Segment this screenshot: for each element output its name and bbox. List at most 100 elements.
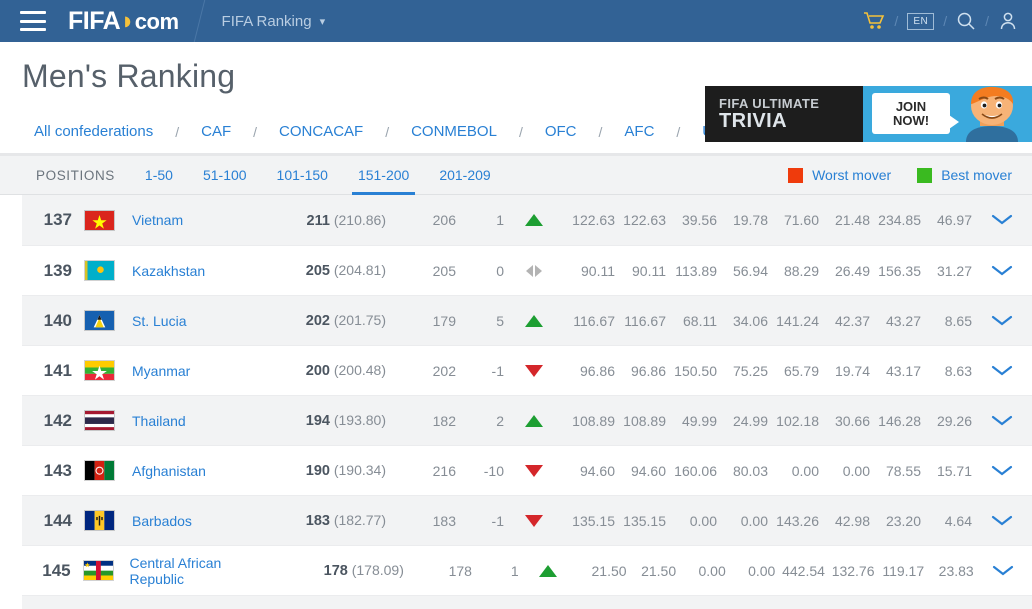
table-row[interactable]: 140 St. Lucia 202 (201.75) 179 5 116.67 116.67… xyxy=(22,295,1032,345)
topnav-right-icons: / EN / / xyxy=(863,11,1032,31)
confed-separator: / xyxy=(676,123,681,140)
page-title: Men's Ranking xyxy=(22,57,236,94)
user-account-icon[interactable] xyxy=(998,11,1018,31)
table-row[interactable]: 145 Central African Republic 178 (178.09) 1… xyxy=(22,545,1032,595)
advertisement-banner[interactable]: FIFA ULTIMATE TRIVIA JOIN NOW! xyxy=(705,86,1032,142)
row-team-name[interactable]: Barbados xyxy=(124,513,254,529)
mover-legend: Worst mover Best mover xyxy=(762,167,1032,183)
row-value-5: 102.18 xyxy=(776,412,819,429)
row-value-6: 19.74 xyxy=(834,362,870,379)
row-team-name[interactable]: Central African Republic xyxy=(122,555,276,587)
row-value-4: 19.78 xyxy=(732,212,768,228)
legend-worst-mover: Worst mover xyxy=(788,167,891,183)
language-selector[interactable]: EN xyxy=(907,12,935,30)
row-value-1: 116.67 xyxy=(573,312,615,329)
row-value-2: 122.63 xyxy=(623,212,666,228)
row-rank: 139 xyxy=(43,260,72,280)
search-icon[interactable] xyxy=(956,11,976,31)
row-team-name[interactable]: Myanmar xyxy=(124,363,254,379)
confed-link-concacaf[interactable]: CONCACAF xyxy=(279,123,363,140)
tab-1-50[interactable]: 1-50 xyxy=(145,156,173,195)
fifa-logo-com: com xyxy=(134,8,179,34)
fifa-logo-text: FIFA xyxy=(68,6,121,35)
row-value-7: 43.27 xyxy=(885,312,921,329)
rank-down-arrow-icon xyxy=(525,464,543,477)
tab-151-200[interactable]: 151-200 xyxy=(351,156,416,195)
row-direction-indicator xyxy=(504,314,564,327)
table-row[interactable]: 143 Afghanistan 190 (190.34) 216 -10 94.60 94.… xyxy=(22,445,1032,495)
row-value-5: 71.60 xyxy=(783,212,819,228)
row-rank: 141 xyxy=(43,360,72,380)
tab-101-150[interactable]: 101-150 xyxy=(277,156,328,195)
row-value-6: 21.48 xyxy=(834,212,870,228)
row-rank-change: -1 xyxy=(491,362,504,379)
row-value-1: 122.63 xyxy=(572,212,615,228)
join-now-button[interactable]: JOIN NOW! xyxy=(872,93,959,134)
row-points: 183 (182.77) xyxy=(305,512,386,529)
nav-section-fifa-ranking[interactable]: FIFA Ranking ▾ xyxy=(222,13,326,30)
confed-link-all[interactable]: All confederations xyxy=(34,123,153,140)
row-value-2: 90.11 xyxy=(632,262,666,279)
row-team-name[interactable]: Kazakhstan xyxy=(124,263,254,279)
row-rank-change: 5 xyxy=(496,312,504,329)
row-expand-button[interactable] xyxy=(972,265,1032,277)
table-row[interactable]: 146Chad178 (178.05)1781128.00128.000.000… xyxy=(22,595,1032,609)
row-value-8: 31.27 xyxy=(936,262,972,279)
row-expand-button[interactable] xyxy=(974,565,1032,577)
table-row[interactable]: 142 Thailand 194 (193.80) 182 2 108.89 108.89 4… xyxy=(22,395,1032,445)
row-rank: 137 xyxy=(43,210,72,229)
row-rank: 144 xyxy=(43,510,72,530)
row-value-3: 113.89 xyxy=(675,262,717,279)
shopping-cart-icon[interactable] xyxy=(863,11,885,31)
confed-link-afc[interactable]: AFC xyxy=(624,123,654,140)
join-now-line-1: JOIN xyxy=(895,98,927,114)
row-team-name[interactable]: Vietnam xyxy=(124,212,254,228)
row-rank-change: -10 xyxy=(483,462,504,479)
row-flag-cell xyxy=(84,410,124,431)
positions-label: POSITIONS xyxy=(36,167,115,183)
row-value-2: 21.50 xyxy=(641,562,677,579)
row-team-name[interactable]: St. Lucia xyxy=(124,313,254,329)
row-team-name[interactable]: Thailand xyxy=(124,413,254,429)
row-expand-button[interactable] xyxy=(972,415,1032,427)
table-row[interactable]: 144 Barbados 183 (182.77) 183 -1 135.15 135.15… xyxy=(22,495,1032,545)
table-row[interactable]: 141 Myanmar 200 (200.48) 202 -1 96.86 96.86 150… xyxy=(22,345,1032,395)
row-value-5: 141.24 xyxy=(776,312,819,329)
row-value-6: 42.37 xyxy=(834,312,870,329)
confed-separator: / xyxy=(518,123,523,140)
row-expand-button[interactable] xyxy=(972,365,1032,377)
rank-unchanged-icon xyxy=(522,263,546,279)
row-value-5: 442.54 xyxy=(782,562,825,579)
row-rank-change: 1 xyxy=(510,562,519,579)
fifa-logo[interactable]: FIFA ◗ com xyxy=(68,7,179,36)
row-expand-button[interactable] xyxy=(972,515,1032,527)
row-direction-indicator xyxy=(504,514,564,527)
confed-link-caf[interactable]: CAF xyxy=(201,123,231,140)
row-expand-button[interactable] xyxy=(972,315,1032,327)
row-rank: 143 xyxy=(43,460,72,480)
tab-51-100[interactable]: 51-100 xyxy=(203,156,247,195)
row-flag-cell xyxy=(84,310,124,331)
banner-line-2: TRIVIA xyxy=(719,109,787,132)
table-row[interactable]: 139 Kazakhstan 205 (204.81) 205 0 90.11 90.11 1… xyxy=(22,245,1032,295)
rank-down-arrow-icon xyxy=(525,514,543,527)
best-mover-swatch xyxy=(917,167,933,183)
tab-201-209[interactable]: 201-209 xyxy=(439,156,490,195)
row-points: 194 (193.80) xyxy=(305,412,386,429)
row-value-3: 0.00 xyxy=(689,512,717,529)
row-value-6: 0.00 xyxy=(842,462,870,479)
row-value-7: 119.17 xyxy=(882,562,925,579)
row-expand-button[interactable] xyxy=(972,214,1032,226)
confed-link-conmebol[interactable]: CONMEBOL xyxy=(411,123,497,140)
table-row[interactable]: 137 Vietnam 211 (210.86) 206 1 122.63 122.63 39… xyxy=(22,195,1032,245)
row-direction-indicator xyxy=(504,263,564,279)
hamburger-menu-icon[interactable] xyxy=(20,11,46,31)
rank-up-arrow-icon xyxy=(525,214,543,226)
row-team-name[interactable]: Afghanistan xyxy=(124,463,254,479)
row-value-1: 90.11 xyxy=(581,262,615,279)
confed-link-ofc[interactable]: OFC xyxy=(545,123,577,140)
row-points: 202 (201.75) xyxy=(305,312,386,329)
flag-thailand-icon xyxy=(84,410,115,431)
row-points: 200 (200.48) xyxy=(305,362,386,379)
row-expand-button[interactable] xyxy=(972,465,1032,477)
